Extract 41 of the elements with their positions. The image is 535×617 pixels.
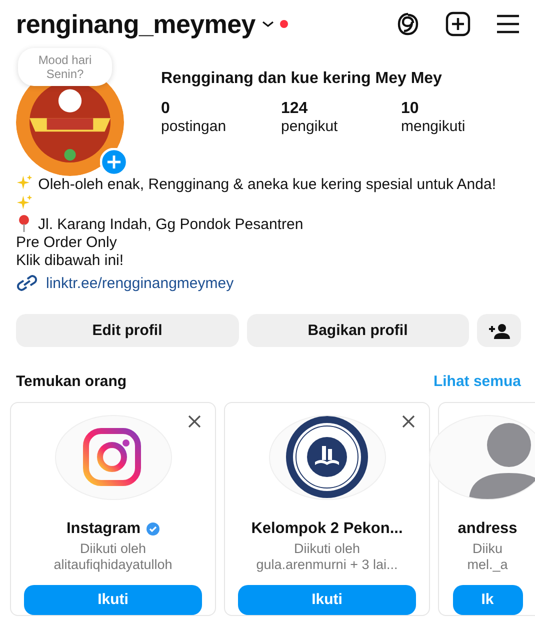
bio-text: Jl. Karang Indah, Gg Pondok Pesantren	[38, 216, 304, 233]
close-icon[interactable]	[188, 415, 201, 428]
stat-count: 0	[161, 100, 171, 118]
note-tooltip[interactable]: Mood hari Senin?	[18, 48, 112, 86]
see-all-link[interactable]: Lihat semua	[433, 373, 521, 390]
profile-button[interactable]: Edit profil	[16, 314, 238, 347]
stat-count: 10	[401, 100, 420, 118]
followed-by-text: gula.arenmurni + 3 lai...	[256, 556, 398, 573]
pin-icon	[16, 214, 32, 232]
followed-by-text: Diikuti oleh	[80, 540, 146, 557]
bio-text: Pre Order Only	[16, 234, 117, 251]
add-story-icon[interactable]	[100, 148, 128, 176]
followed-by-text: Diikuti oleh	[294, 540, 360, 557]
bio-text: Klik dibawah ini!	[16, 252, 124, 269]
section-title: Temukan orang	[16, 373, 127, 390]
account-name: andress	[458, 520, 518, 538]
followed-by-text: alitaufiqhidayatulloh	[54, 556, 172, 573]
stat-count: 124	[281, 100, 309, 118]
add-person-button[interactable]	[477, 314, 521, 347]
add-person-icon	[488, 322, 510, 338]
follow-button[interactable]: Ik	[452, 584, 522, 615]
follow-button[interactable]: Ikuti	[24, 584, 202, 615]
account-name: Instagram	[66, 520, 141, 538]
link-icon	[16, 274, 38, 292]
bio-link[interactable]: linktr.ee/rengginangmeymey	[46, 274, 234, 292]
stat-label: mengikuti	[401, 118, 466, 135]
stat-label: postingan	[161, 118, 228, 135]
followed-by-text: mel._a	[467, 556, 508, 573]
follow-button[interactable]: Ikuti	[238, 584, 416, 615]
stat-label: pengikut	[281, 118, 339, 135]
profile-button[interactable]: Bagikan profil	[246, 314, 469, 347]
sparkle-icon	[16, 174, 34, 192]
chevron-down-icon[interactable]	[261, 19, 276, 29]
username[interactable]: renginang_meymey	[16, 8, 256, 40]
close-icon[interactable]	[402, 415, 415, 428]
profile-name: Rengginang dan kue kering Mey Mey	[161, 70, 443, 88]
sparkle-icon	[16, 194, 34, 212]
bio-text: Oleh-oleh enak, Rengginang & aneka kue kering spesial untuk Anda!	[38, 176, 496, 193]
add-square-icon[interactable]	[445, 11, 471, 37]
account-name: Kelompok 2 Pekon...	[251, 520, 403, 538]
followed-by-text: Diiku	[472, 540, 502, 557]
